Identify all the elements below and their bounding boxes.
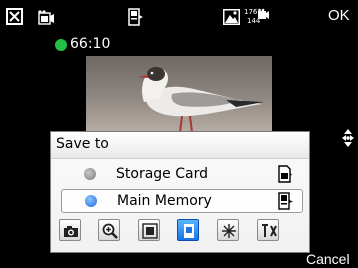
white-balance-tool-icon [222,224,236,238]
frame-tool-button[interactable] [138,219,160,241]
camera-tool-icon [64,226,78,237]
zoom-tool-icon [102,223,118,239]
svg-text:176: 176 [244,8,258,16]
frame-tool-icon [142,223,158,239]
camera-preview [86,56,272,132]
video-mode-icon[interactable] [36,10,56,30]
seagull-image [86,56,272,132]
cancel-button[interactable]: Cancel [306,251,350,267]
option-label: Storage Card [116,166,208,182]
storage-card-icon [277,165,293,187]
main-memory-icon [278,192,294,214]
option-storage-card[interactable]: Storage Card [61,163,303,187]
close-icon[interactable] [6,8,23,25]
white-balance-tool-button[interactable] [217,219,239,241]
radio-unselected-icon[interactable] [84,168,96,180]
dialog-header: Save to [51,132,309,159]
zoom-tool-button[interactable] [98,219,120,241]
navigation-handle-icon[interactable] [341,128,355,152]
settings-tool-icon [262,224,277,237]
dialog-toolbar [59,219,303,245]
dialog-title: Save to [56,136,109,152]
settings-tool-button[interactable] [257,219,279,241]
radio-selected-icon[interactable] [85,195,97,207]
save-location-tool-icon [184,224,194,238]
option-label: Main Memory [117,193,212,209]
device-icon[interactable] [128,8,144,30]
resolution-icon[interactable]: 176 144 [244,7,270,29]
ok-button[interactable]: OK [328,7,350,24]
camera-tool-button[interactable] [59,219,81,241]
save-location-tool-button[interactable] [177,219,199,241]
option-main-memory[interactable]: Main Memory [61,189,303,213]
save-to-dialog: Save to Storage Card Main Memory [50,131,310,253]
time-remaining: 66:10 [70,36,111,52]
record-indicator-icon [55,39,67,51]
scene-icon[interactable] [223,9,240,29]
